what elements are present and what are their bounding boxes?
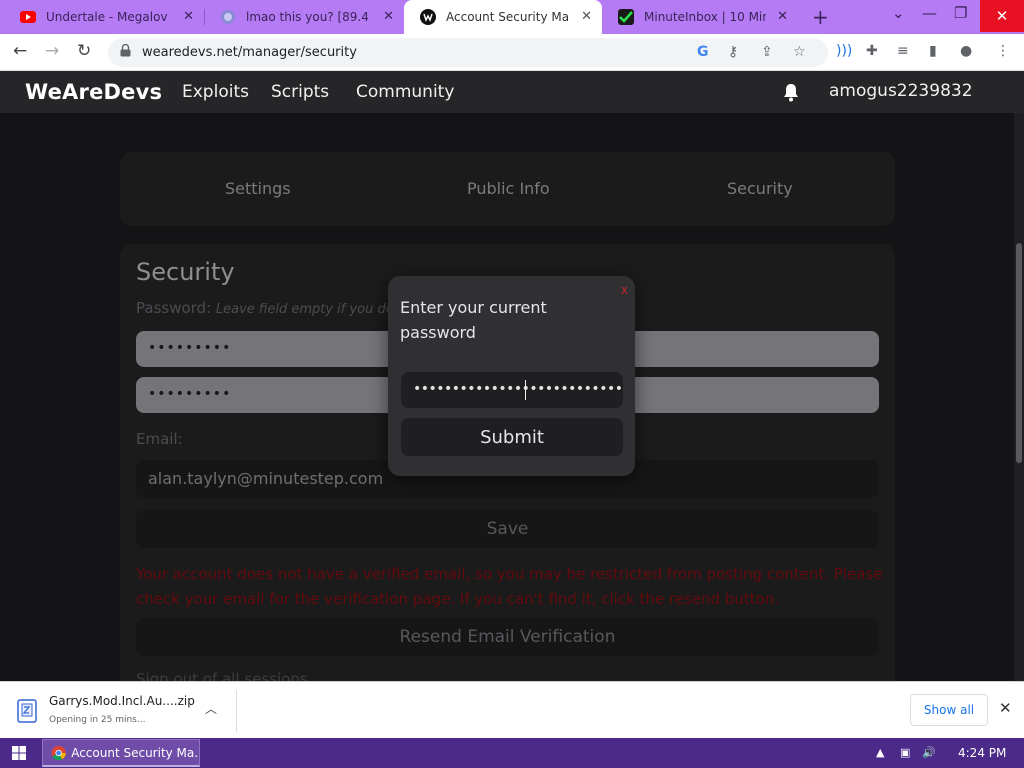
current-password-input[interactable]: ••••••••••••••••••••••••••• (401, 372, 623, 408)
reload-icon[interactable]: ↻ (77, 41, 91, 61)
page-scrollbar[interactable] (1014, 113, 1024, 681)
text-caret (525, 380, 526, 400)
zip-file-icon[interactable] (16, 698, 40, 724)
scrollbar-thumb[interactable] (1016, 243, 1022, 463)
taskbar-chrome-window[interactable]: Account Security Ma... (42, 739, 200, 767)
windows-start-icon[interactable] (12, 746, 26, 760)
profile-avatar-icon[interactable]: ● (960, 43, 972, 59)
tray-overflow-icon[interactable]: ▲ (876, 746, 884, 759)
forward-icon[interactable]: → (45, 41, 59, 61)
submit-button[interactable]: Submit (401, 418, 623, 456)
nav-link-exploits[interactable]: Exploits (182, 82, 249, 102)
minuteinbox-icon (618, 9, 634, 25)
download-filename[interactable]: Garrys.Mod.Incl.Au....zip (49, 694, 195, 708)
taskbar-window-title: Account Security Ma... (71, 745, 199, 760)
dialog-title: Enter your current password (400, 298, 547, 342)
close-icon[interactable]: x (621, 283, 628, 297)
browser-tab-active[interactable]: Account Security Manager ✕ (404, 0, 602, 34)
wearedevs-icon (420, 9, 436, 25)
address-bar[interactable]: wearedevs.net/manager/security G ⚷ ⇪ ☆ (108, 38, 828, 67)
nav-link-scripts[interactable]: Scripts (271, 82, 329, 102)
share-icon[interactable]: ⇪ (761, 44, 773, 60)
youtube-icon (20, 9, 36, 25)
extension-icon[interactable]: ))) (836, 43, 852, 59)
google-icon[interactable]: G (697, 44, 709, 60)
browser-tab[interactable]: lmao this you? [89.4K] ✕ (204, 0, 404, 34)
download-shelf: Garrys.Mod.Incl.Au....zip Opening in 25 … (0, 681, 1024, 738)
close-tab-icon[interactable]: ✕ (383, 9, 394, 24)
windows-taskbar: Account Security Ma... ▲ ▣ 🔊 4:24 PM (0, 738, 1024, 768)
browser-toolbar: ← → ↻ wearedevs.net/manager/security G ⚷… (0, 34, 1024, 71)
page-content: Settings Public Info Security Security P… (0, 113, 1024, 681)
nav-link-community[interactable]: Community (356, 82, 454, 102)
browser-tab[interactable]: MinuteInbox | 10 Minute Mail ✕ (602, 0, 798, 34)
new-tab-button[interactable]: + (812, 5, 829, 29)
current-password-value: ••••••••••••••••••••••••••• (413, 381, 623, 397)
lock-icon (120, 44, 131, 57)
url-text: wearedevs.net/manager/security (142, 45, 357, 60)
username-menu[interactable]: amogus2239832 (829, 81, 973, 101)
chevron-up-icon[interactable]: ︿ (205, 700, 217, 717)
back-icon[interactable]: ← (13, 41, 27, 61)
show-all-button[interactable]: Show all (910, 694, 988, 726)
close-window-icon[interactable]: ✕ (980, 0, 1024, 32)
site-header: WeAreDevs Exploits Scripts Community amo… (0, 71, 1024, 113)
tab-title: MinuteInbox | 10 Minute Mail (644, 10, 766, 24)
tab-title: lmao this you? [89.4K] (246, 10, 368, 24)
browser-tab-strip: Undertale - Megalovania ✕ lmao this you?… (0, 0, 1024, 34)
notification-bell-icon[interactable] (782, 83, 800, 102)
chrome-icon (51, 745, 66, 760)
site-logo[interactable]: WeAreDevs (25, 80, 162, 104)
close-tab-icon[interactable]: ✕ (183, 9, 194, 24)
bookmark-star-icon[interactable]: ☆ (793, 44, 806, 60)
extensions-puzzle-icon[interactable]: ✚ (866, 43, 878, 59)
browser-tab[interactable]: Undertale - Megalovania ✕ (4, 0, 205, 34)
current-password-dialog: x Enter your current password ••••••••••… (388, 276, 635, 476)
close-tab-icon[interactable]: ✕ (777, 9, 788, 24)
close-icon[interactable]: ✕ (999, 699, 1012, 717)
key-icon[interactable]: ⚷ (728, 44, 738, 60)
tab-title: Undertale - Megalovania (46, 10, 168, 24)
tab-search-icon[interactable]: ⌄ (892, 4, 905, 22)
minimize-icon[interactable]: — (922, 4, 937, 22)
menu-kebab-icon[interactable]: ⋮ (996, 43, 1010, 59)
taskbar-clock[interactable]: 4:24 PM (958, 746, 1006, 760)
restore-icon[interactable]: ❐ (954, 4, 967, 22)
globe-icon (220, 9, 236, 25)
download-status: Opening in 25 mins... (49, 715, 146, 725)
close-tab-icon[interactable]: ✕ (581, 9, 592, 24)
media-control-icon[interactable]: ≡ (897, 43, 909, 59)
side-panel-icon[interactable]: ▮ (929, 43, 937, 59)
tab-title: Account Security Manager (446, 10, 568, 24)
network-icon[interactable]: ▣ (900, 746, 910, 759)
volume-icon[interactable]: 🔊 (922, 746, 936, 759)
